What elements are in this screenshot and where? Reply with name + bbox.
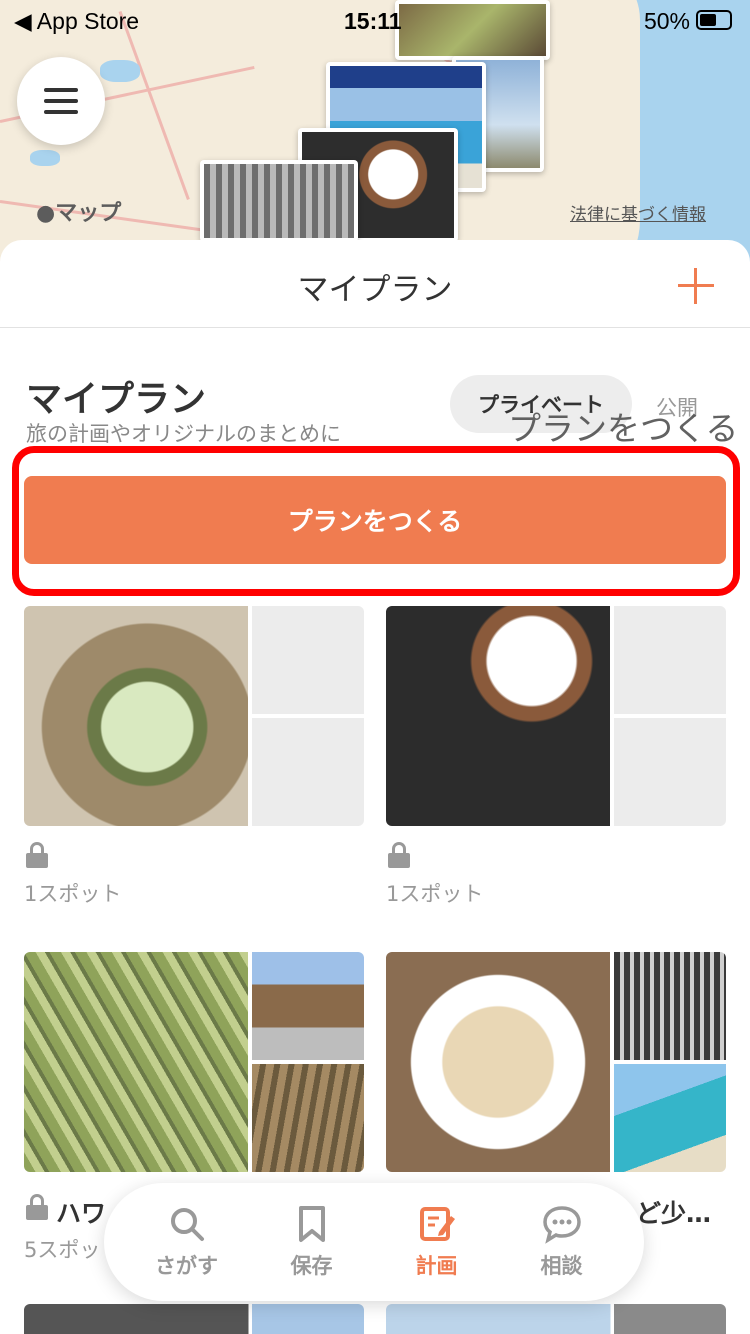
plan-card[interactable]: ど少… [386,952,726,1228]
tab-label: 相談 [540,1254,583,1278]
tab-search[interactable]: さがす [132,1204,242,1280]
hamburger-icon [44,99,78,103]
tab-label: 計画 [415,1254,458,1278]
hamburger-icon [44,88,78,92]
chat-bubble-icon [542,1206,581,1244]
apple-logo-icon: ● [36,201,56,226]
tab-label: さがす [155,1254,218,1278]
plan-name: ど少… [636,1199,712,1228]
plan-photo-placeholder [614,606,726,714]
menu-button[interactable] [17,57,105,145]
plan-photo-placeholder [614,718,726,826]
status-battery-percent: 50% [643,8,690,34]
plan-photo [614,952,726,1060]
sheet-header: マイプラン [0,240,750,328]
my-plan-sheet: マイプラン マイプラン 旅の計画やオリジナルのまとめに プライベート 公開 プラ… [0,240,750,1334]
apple-maps-logo: ●マップ [36,195,121,227]
plan-photo [24,952,248,1172]
plan-photo [252,1064,364,1172]
status-time: 15:11 [344,8,402,34]
lock-icon [26,842,48,868]
tab-saved[interactable]: 保存 [257,1204,367,1280]
plan-spot-count: 1スポット [386,882,484,906]
bookmark-icon [298,1206,325,1242]
back-to-app-store[interactable]: ◀ App Store [14,8,139,35]
tab-plan[interactable]: 計画 [382,1204,492,1280]
map-lake [30,150,60,166]
lock-icon [388,842,410,868]
photo-pin[interactable] [200,160,358,242]
map-photo [204,164,354,238]
plan-name: ハワ [56,1199,107,1228]
plan-photo-grid [24,952,364,1172]
plan-photo-grid [386,952,726,1172]
section-subtitle: 旅の計画やオリジナルのまとめに [26,422,341,446]
plan-photo [24,606,248,826]
section-title: マイプラン [26,379,207,420]
plan-photo-grid [386,606,726,826]
plan-card[interactable]: 1スポット [24,606,364,906]
plan-spot-count: 5スポッ [24,1238,101,1262]
add-plan-button[interactable] [678,268,714,304]
plan-photo [614,1064,726,1172]
plan-spot-count: 1スポット [24,882,122,906]
plan-edit-icon [419,1207,455,1241]
tab-label: 保存 [290,1254,333,1278]
plan-photo-placeholder [252,718,364,826]
plan-photo [252,952,364,1060]
lock-icon [26,1194,48,1220]
hamburger-icon [44,110,78,114]
battery-icon [696,10,732,30]
plan-photo-grid [24,606,364,826]
create-plan-overlay-label: プランをつくる [508,409,739,448]
search-icon [170,1208,204,1241]
plan-photo [386,952,610,1172]
plan-photo [386,606,610,826]
create-plan-button[interactable]: プランをつくる [24,476,726,564]
plan-card[interactable]: 1スポット [386,606,726,906]
plan-card-peek[interactable] [386,1304,726,1334]
plan-card-peek[interactable] [24,1304,364,1334]
plan-card[interactable]: ハワ 5スポッ [24,952,364,1262]
status-bar: ◀ App Store 15:11 50% [0,0,750,42]
bottom-tab-bar: さがす 保存 計画 相談 [104,1183,644,1301]
maps-brand-label: マップ [55,201,122,226]
tab-consult[interactable]: 相談 [507,1204,617,1280]
page-title: マイプラン [297,272,453,308]
plan-photo-placeholder [252,606,364,714]
map-lake [100,60,140,82]
legal-info-link[interactable]: 法律に基づく情報 [570,200,706,225]
